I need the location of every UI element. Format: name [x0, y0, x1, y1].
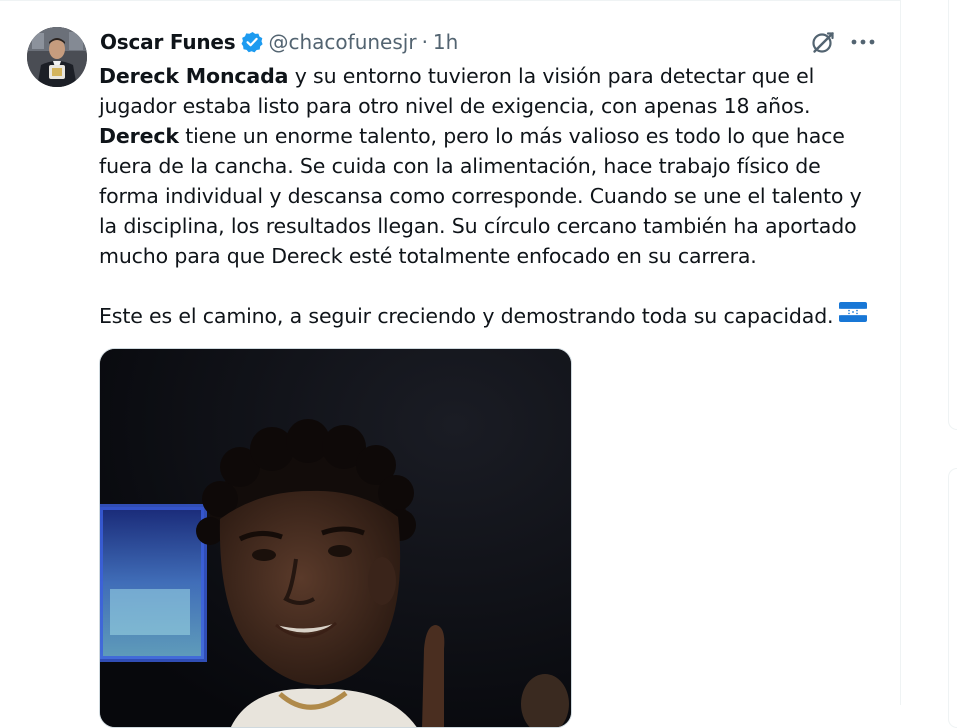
- honduras-flag-emoji: [839, 300, 868, 330]
- tweet-text-line: Dereck Moncada y su entorno tuvieron la …: [99, 61, 889, 91]
- text-segment: y su entorno tuvieron la visión para det…: [288, 64, 815, 88]
- divider: [0, 0, 901, 1]
- text-segment: fuera de la cancha. Se cuida con la alim…: [99, 154, 821, 178]
- author-handle[interactable]: @chacofunesjr: [269, 30, 417, 54]
- separator-dot: ·: [421, 30, 428, 54]
- tweet-text-line: fuera de la cancha. Se cuida con la alim…: [99, 151, 889, 181]
- sidebar-card: [948, 0, 957, 430]
- text-segment: la disciplina, los resultados llegan. Su…: [99, 214, 857, 238]
- grok-icon[interactable]: [810, 29, 836, 55]
- timeline-column: Oscar Funes @chacofunesjr · 1h Dereck Mo…: [0, 0, 901, 728]
- tweet-timestamp[interactable]: 1h: [433, 30, 458, 54]
- author-display-name[interactable]: Oscar Funes: [100, 30, 236, 54]
- text-segment: forma individual y descansa como corresp…: [99, 184, 862, 208]
- text-segment: tiene un enorme talento, pero lo más val…: [178, 124, 845, 148]
- tweet-text-line: jugador estaba listo para otro nivel de …: [99, 91, 889, 121]
- tweet-header: Oscar Funes @chacofunesjr · 1h: [100, 28, 458, 56]
- tweet-text-line: mucho para que Dereck esté totalmente en…: [99, 241, 889, 271]
- author-avatar[interactable]: [27, 27, 87, 87]
- tweet-text-line: la disciplina, los resultados llegan. Su…: [99, 211, 889, 241]
- text-segment: jugador estaba listo para otro nivel de …: [99, 94, 811, 118]
- tweet-text-line: Este es el camino, a seguir creciendo y …: [99, 301, 889, 331]
- right-sidebar-edge: [948, 0, 957, 728]
- mention-name: Dereck Moncada: [99, 64, 289, 88]
- tweet-media-photo[interactable]: [99, 348, 572, 728]
- more-options-icon[interactable]: [848, 29, 878, 55]
- text-segment: mucho para que Dereck esté totalmente en…: [99, 244, 757, 268]
- verified-badge-icon[interactable]: [241, 31, 263, 53]
- tweet-text-line: forma individual y descansa como corresp…: [99, 181, 889, 211]
- tweet-text: Dereck Moncada y su entorno tuvieron la …: [99, 61, 889, 331]
- mention-name: Dereck: [99, 124, 179, 148]
- sidebar-card: [948, 468, 957, 728]
- tweet-text-line: Dereck tiene un enorme talento, pero lo …: [99, 121, 889, 151]
- text-segment: Este es el camino, a seguir creciendo y …: [99, 304, 834, 328]
